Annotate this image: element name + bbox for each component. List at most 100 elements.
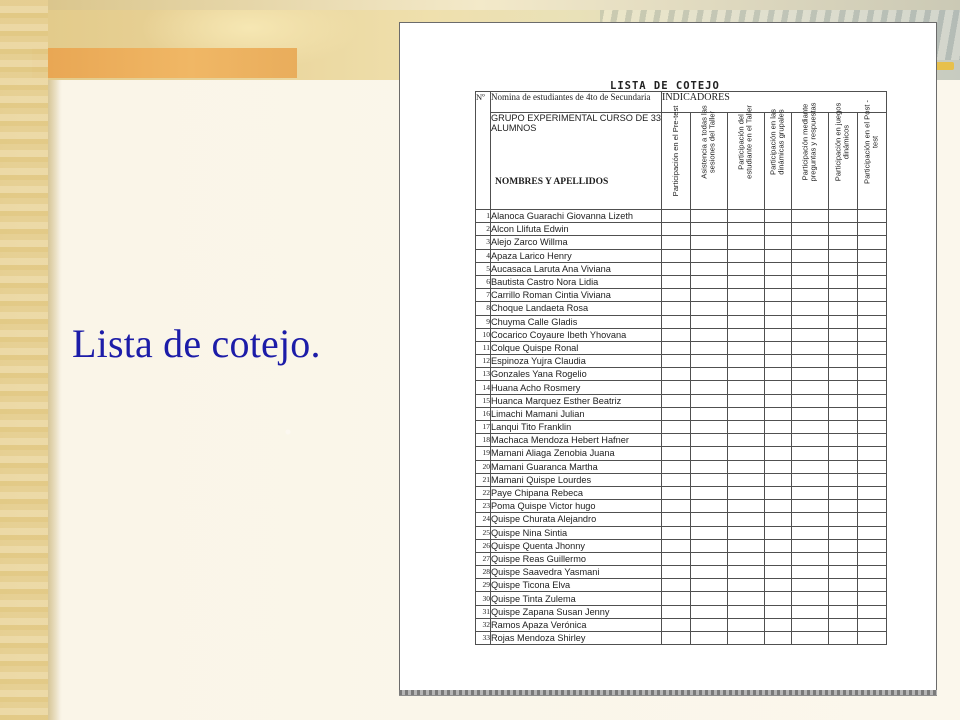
number-header: Nº <box>475 91 491 210</box>
indicator-cell <box>857 261 887 276</box>
left-strip-shadow <box>48 80 62 720</box>
indicator-cell <box>828 393 858 408</box>
table-row: 3 Alejo Zarco Willma <box>475 235 887 250</box>
row-number: 9 <box>475 314 491 329</box>
indicator-cell <box>690 235 728 250</box>
indicator-cell <box>828 446 858 461</box>
student-name: Colque Quispe Ronal <box>490 340 662 356</box>
indicator-cell <box>828 433 858 448</box>
indicator-cell <box>791 393 829 408</box>
indicator-cell <box>764 248 792 263</box>
row-number: 28 <box>475 565 491 580</box>
indicator-cell <box>828 630 858 646</box>
indicator-cell <box>828 274 858 290</box>
indicator-cell <box>727 485 765 501</box>
indicator-cell <box>661 591 691 606</box>
table-row: 9 Chuyma Calle Gladis <box>475 314 887 329</box>
indicator-cell <box>727 261 765 276</box>
row-number: 12 <box>475 354 491 369</box>
top-strip <box>0 0 960 10</box>
scan-edge <box>399 690 937 695</box>
indicator-cell <box>764 327 792 342</box>
indicator-cell <box>857 433 887 448</box>
table-row: 14 Huana Acho Rosmery <box>475 380 887 395</box>
student-name: Mamani Quispe Lourdes <box>490 472 662 487</box>
table-row: 10 Cocarico Coyaure Ibeth Yhovana <box>475 327 887 342</box>
indicator-cell <box>690 565 728 580</box>
indicator-cell <box>828 354 858 369</box>
student-name: Quispe Ticona Elva <box>490 578 662 593</box>
student-name: Paye Chipana Rebeca <box>490 485 662 501</box>
indicator-cell <box>791 406 829 422</box>
indicator-cell <box>661 393 691 408</box>
student-name: Huanca Marquez Esther Beatriz <box>490 393 662 408</box>
row-number: 32 <box>475 617 491 633</box>
indicator-cell <box>661 222 691 237</box>
indicator-cell <box>828 340 858 356</box>
indicator-cell <box>857 380 887 395</box>
indicator-cell <box>764 222 792 237</box>
indicator-cell <box>828 261 858 276</box>
indicator-cell <box>791 222 829 237</box>
table-row: 19 Mamani Aliaga Zenobia Juana <box>475 446 887 461</box>
indicator-cell <box>690 551 728 567</box>
student-name: Huana Acho Rosmery <box>490 380 662 395</box>
indicator-cell <box>791 248 829 263</box>
student-name: Ramos Apaza Verónica <box>490 617 662 633</box>
row-number: 16 <box>475 406 491 422</box>
indicator-cell <box>661 565 691 580</box>
names-header: NOMBRES Y APELLIDOS <box>495 177 609 187</box>
indicator-cell <box>690 485 728 501</box>
indicator-cell <box>828 314 858 329</box>
indicator-cell <box>690 354 728 369</box>
indicator-cell <box>690 222 728 237</box>
indicator-cell <box>727 301 765 316</box>
indicator-cell <box>727 446 765 461</box>
indicator-cell <box>791 512 829 527</box>
table-row: 31 Quispe Zapana Susan Jenny <box>475 604 887 619</box>
student-name: Alejo Zarco Willma <box>490 235 662 250</box>
indicator-cell <box>828 222 858 237</box>
row-number: 1 <box>475 208 491 224</box>
student-name: Poma Quispe Victor hugo <box>490 499 662 514</box>
indicator-cell <box>764 630 792 646</box>
indicator-cell <box>791 235 829 250</box>
student-name: Quispe Churata Alejandro <box>490 512 662 527</box>
slide-title: Lista de cotejo. <box>72 321 321 366</box>
indicator-cell <box>764 604 792 619</box>
indicator-cell <box>828 525 858 540</box>
indicator-cell <box>690 446 728 461</box>
student-name: Apaza Larico Henry <box>490 248 662 263</box>
student-name: Aucasaca Laruta Ana Viviana <box>490 261 662 276</box>
indicator-cell <box>857 565 887 580</box>
indicator-cell <box>857 274 887 290</box>
indicator-cell <box>857 419 887 435</box>
student-name: Quispe Zapana Susan Jenny <box>490 604 662 619</box>
indicator-cell <box>857 340 887 356</box>
indicator-cell <box>791 485 829 501</box>
table-row: 2 Alcon Llifuta Edwin <box>475 222 887 237</box>
indicator-cell <box>857 248 887 263</box>
indicator-col-3: Participación del estudiante en el Talle… <box>727 105 765 210</box>
indicator-cell <box>661 459 691 474</box>
indicator-cell <box>690 380 728 395</box>
indicator-cell <box>828 578 858 593</box>
indicator-cell <box>764 538 792 553</box>
indicator-cell <box>828 617 858 633</box>
table-row: 26 Quispe Quenta Jhonny <box>475 538 887 553</box>
indicator-cell <box>828 419 858 435</box>
indicator-cell <box>857 288 887 303</box>
indicator-cell <box>828 485 858 501</box>
indicator-cell <box>690 367 728 382</box>
indicator-cell <box>791 446 829 461</box>
table-row: 20 Mamani Guaranca Martha <box>475 459 887 474</box>
indicator-cell <box>857 591 887 606</box>
indicator-cell <box>764 367 792 382</box>
indicator-cell <box>690 261 728 276</box>
student-name: Quispe Tinta Zulema <box>490 591 662 606</box>
indicator-cell <box>727 380 765 395</box>
student-name: Carrillo Roman Cintia Viviana <box>490 288 662 303</box>
indicator-cell <box>791 459 829 474</box>
indicator-cell <box>727 208 765 224</box>
indicator-cell <box>828 472 858 487</box>
